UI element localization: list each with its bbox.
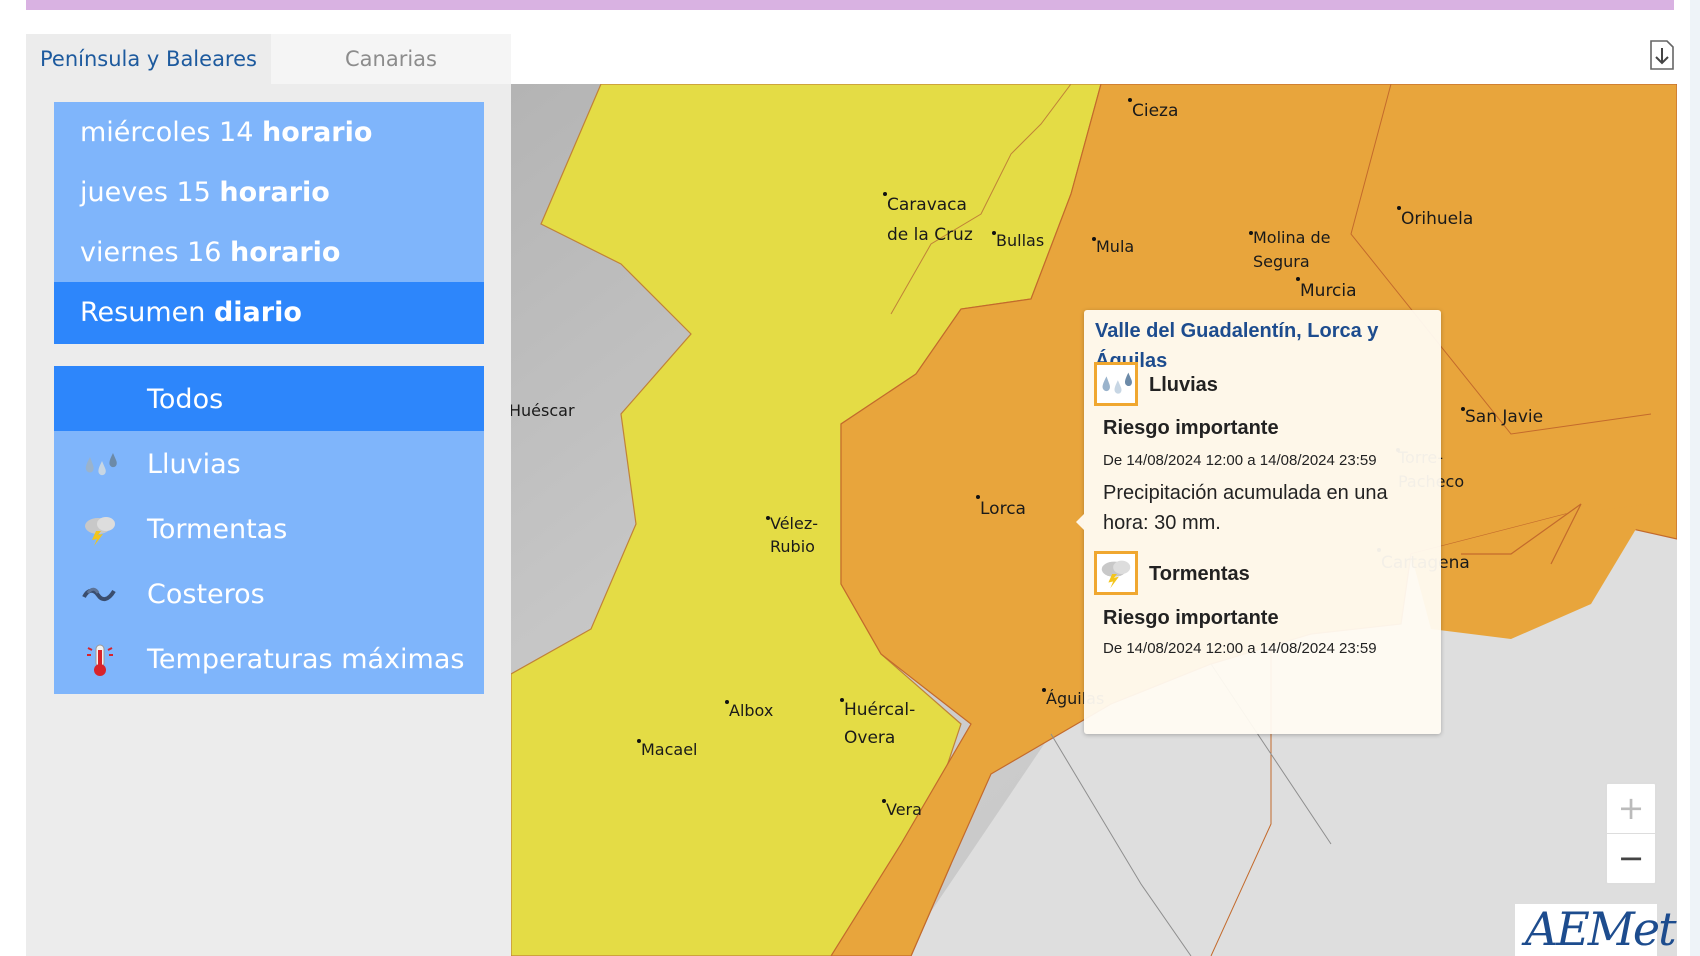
place-label: Cieza <box>1132 101 1179 121</box>
popup-title: Valle del Guadalentín, Lorca y Águilas <box>1095 320 1379 372</box>
place-label: San Javie <box>1465 407 1544 427</box>
warning-popup: Valle del Guadalentín, Lorca y Águilas L… <box>1076 310 1441 734</box>
category-label: Todos <box>147 384 224 415</box>
warning-risk: Riesgo importante <box>1103 607 1279 629</box>
waves-icon <box>82 587 116 602</box>
tab-canarias[interactable]: Canarias <box>271 34 511 84</box>
place-label: Vera <box>886 800 922 819</box>
day-label-bold: diario <box>213 297 302 328</box>
day-label-bold: horario <box>262 117 373 148</box>
category-temperaturas[interactable]: Temperaturas máximas <box>54 626 484 694</box>
place-label: Macael <box>641 740 698 759</box>
place-label: Orihuela <box>1401 209 1474 229</box>
aemet-logo: AEMet <box>1515 902 1677 956</box>
warning-description: Precipitación acumulada en una hora: 30 … <box>1103 482 1388 534</box>
warning-risk: Riesgo importante <box>1103 417 1279 439</box>
day-label-bold: horario <box>230 237 341 268</box>
place-label: Vélez- Rubio <box>770 514 819 556</box>
storm-cloud-icon <box>85 517 115 546</box>
zoom-out-button[interactable]: − <box>1607 834 1655 883</box>
storm-cloud-icon <box>1094 551 1138 595</box>
top-accent-bar <box>26 0 1674 10</box>
category-label: Temperaturas máximas <box>147 644 465 675</box>
place-label: Huércal- Overa <box>844 700 916 748</box>
logo-text: AEMet <box>1525 902 1677 956</box>
day-button-friday[interactable]: viernes 16 horario <box>54 222 484 284</box>
category-tormentas[interactable]: Tormentas <box>54 496 484 564</box>
day-label: jueves 15 <box>80 177 220 208</box>
zoom-in-button[interactable]: + <box>1607 784 1655 834</box>
day-label: viernes 16 <box>80 237 231 268</box>
place-label: Molina de Segura <box>1253 228 1331 271</box>
category-lluvias[interactable]: Lluvias <box>54 431 484 499</box>
place-label: Mula <box>1096 237 1135 256</box>
day-button-thursday[interactable]: jueves 15 horario <box>54 162 484 224</box>
region-tabs: Península y Baleares Canarias <box>26 34 511 84</box>
place-label: Lorca <box>980 499 1026 519</box>
category-label: Tormentas <box>147 514 288 545</box>
day-button-wednesday[interactable]: miércoles 14 horario <box>54 102 484 164</box>
day-button-summary[interactable]: Resumen diario <box>54 282 484 344</box>
category-costeros[interactable]: Costeros <box>54 561 484 629</box>
popup-pointer <box>1076 514 1084 530</box>
category-label: Costeros <box>147 579 265 610</box>
category-label: Lluvias <box>147 449 241 480</box>
page-edge <box>1690 0 1700 956</box>
rain-drops-icon <box>85 453 117 476</box>
day-label: miércoles 14 <box>80 117 262 148</box>
place-label: Murcia <box>1300 281 1357 301</box>
place-label: Huéscar <box>511 401 575 420</box>
place-label: Albox <box>729 701 774 720</box>
rain-drops-icon <box>1094 362 1138 406</box>
tab-peninsula[interactable]: Península y Baleares <box>26 34 271 84</box>
warning-name: Tormentas <box>1149 563 1250 585</box>
place-label: Caravaca de la Cruz <box>887 195 973 245</box>
day-label-bold: horario <box>219 177 330 208</box>
zoom-control: + − <box>1605 782 1657 885</box>
place-label: Bullas <box>996 231 1045 250</box>
warning-dates: De 14/08/2024 12:00 a 14/08/2024 23:59 <box>1103 640 1377 657</box>
thermometer-icon <box>87 644 113 676</box>
download-icon[interactable] <box>1648 38 1676 72</box>
warning-dates: De 14/08/2024 12:00 a 14/08/2024 23:59 <box>1103 452 1377 469</box>
category-todos[interactable]: Todos <box>54 366 484 434</box>
warning-name: Lluvias <box>1149 374 1218 396</box>
day-label: Resumen <box>80 297 214 328</box>
